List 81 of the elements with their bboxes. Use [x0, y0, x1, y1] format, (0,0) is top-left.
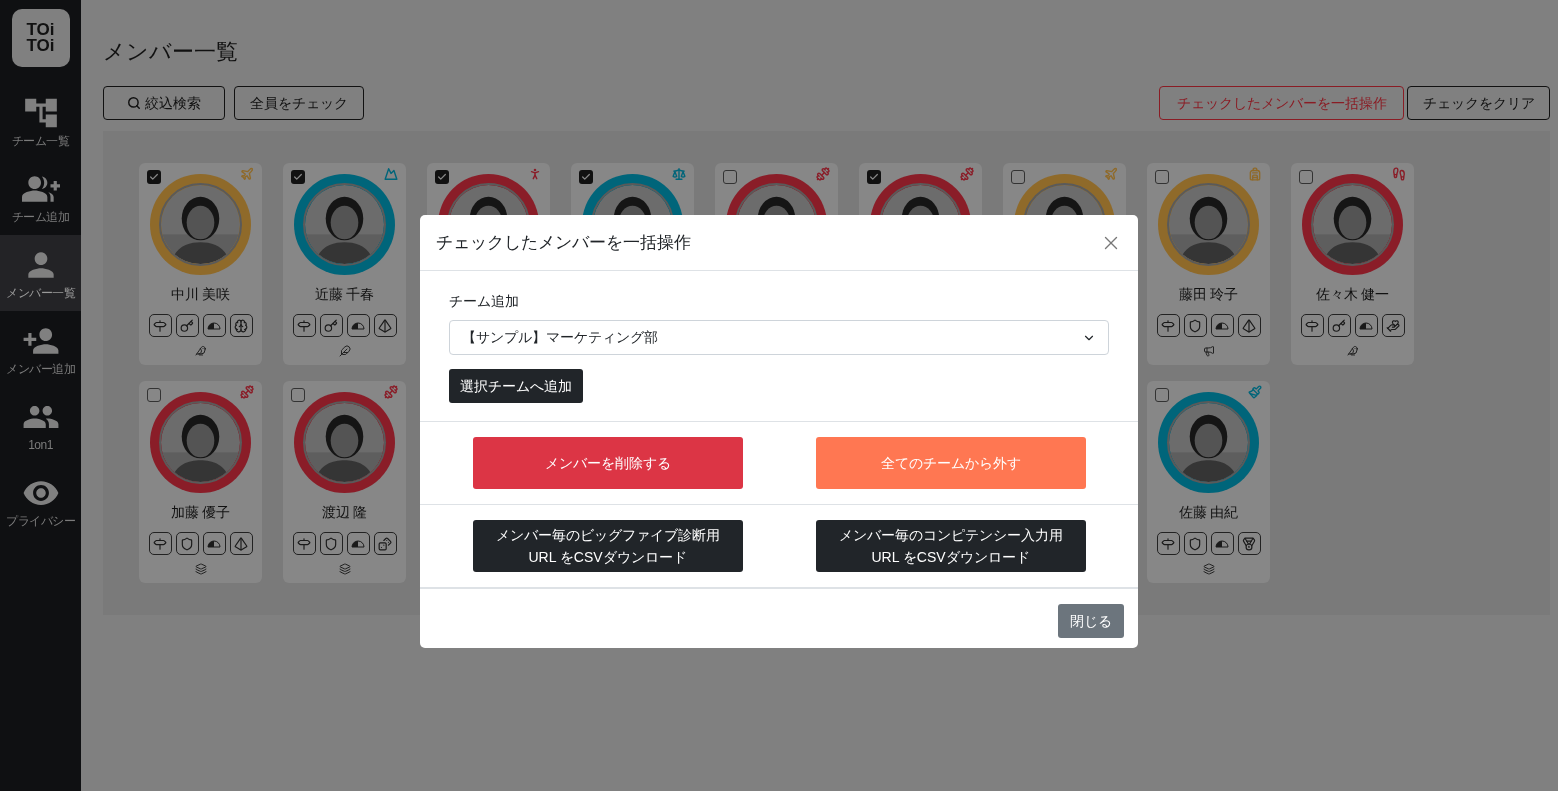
megaphone-icon: [1202, 345, 1215, 357]
pyramid-icon: [373, 314, 397, 337]
close-button[interactable]: 閉じる: [1058, 604, 1124, 638]
member-card[interactable]: 加藤 優子: [139, 381, 262, 583]
key-icon: [1327, 314, 1351, 337]
shield-icon: [319, 532, 343, 555]
checkmark-icon: [869, 172, 879, 182]
member-card[interactable]: 中川 美咲: [139, 163, 262, 365]
download-button[interactable]: メンバー毎のビッグファイブ診断用 URL をCSVダウンロード: [472, 520, 743, 572]
checkbox[interactable]: [1011, 170, 1025, 184]
member-name: 加藤 優子: [170, 503, 231, 522]
search-button[interactable]: 絞込検索: [103, 86, 225, 120]
search-icon: [127, 96, 141, 110]
checkbox[interactable]: [579, 170, 593, 184]
checkbox[interactable]: [1299, 170, 1313, 184]
sidebar-item[interactable]: メンバー一覧: [0, 235, 81, 311]
member-card[interactable]: 佐藤 由紀: [1147, 381, 1270, 583]
sidebar-item[interactable]: プライバシー: [0, 463, 81, 539]
sidebar-item[interactable]: 1on1: [0, 387, 81, 463]
shield-icon: [1183, 532, 1207, 555]
bird-icon: [1346, 345, 1359, 357]
signpost-icon: [1300, 314, 1324, 337]
delete-button[interactable]: メンバーを削除する: [472, 437, 743, 489]
feather-icon: [338, 345, 351, 357]
member-name: 近藤 千春: [314, 285, 375, 304]
member-name: 渡辺 隆: [321, 503, 368, 522]
checkbox[interactable]: [723, 170, 737, 184]
cards-icon: [194, 563, 207, 575]
member-card[interactable]: 近藤 千春: [283, 163, 406, 365]
app-logo[interactable]: TOi TOi: [11, 9, 70, 67]
sidebar-item[interactable]: チーム追加: [0, 159, 81, 235]
member-name: 佐藤 由紀: [1178, 503, 1239, 522]
checkbox[interactable]: [435, 170, 449, 184]
member-card[interactable]: 藤田 玲子: [1147, 163, 1270, 365]
checkmark-icon: [581, 172, 591, 182]
signpost-icon: [148, 532, 172, 555]
shield-icon: [175, 532, 199, 555]
clear-check-button[interactable]: チェックをクリア: [1407, 86, 1550, 120]
checkbox[interactable]: [1155, 388, 1169, 402]
remove-teams-button[interactable]: 全てのチームから外す: [815, 437, 1086, 489]
key-icon: [319, 314, 343, 337]
pyramid-icon: [1237, 314, 1261, 337]
modal-title: チェックしたメンバーを一括操作: [436, 231, 691, 254]
page-title: メンバー一覧: [103, 38, 239, 66]
signpost-icon: [1156, 532, 1180, 555]
brain-icon: [229, 314, 253, 337]
signpost-icon: [1156, 314, 1180, 337]
checkbox[interactable]: [147, 388, 161, 402]
checkbox[interactable]: [291, 170, 305, 184]
sidebar-item[interactable]: チーム一覧: [0, 83, 81, 159]
dice-icon: [373, 532, 397, 555]
sidebar-item[interactable]: メンバー追加: [0, 311, 81, 387]
check-all-button[interactable]: 全員をチェック: [234, 86, 364, 120]
signpost-icon: [148, 314, 172, 337]
pyramid-icon: [229, 532, 253, 555]
signpost-icon: [292, 314, 316, 337]
cards-icon: [338, 563, 351, 575]
team-select[interactable]: 【サンプル】マーケティング部: [449, 320, 1109, 355]
key-icon: [175, 314, 199, 337]
download-button[interactable]: メンバー毎のコンピテンシー入力用 URL をCSVダウンロード: [815, 520, 1086, 572]
checkmark-icon: [293, 172, 303, 182]
bird-icon: [194, 345, 207, 357]
member-name: 中川 美咲: [170, 285, 231, 304]
logo-text: TOi: [26, 38, 55, 54]
checkbox[interactable]: [147, 170, 161, 184]
checkbox[interactable]: [291, 388, 305, 402]
cards-icon: [1202, 563, 1215, 575]
member-name: 藤田 玲子: [1178, 285, 1239, 304]
field-label: チーム追加: [449, 292, 520, 311]
checkbox[interactable]: [867, 170, 881, 184]
add-team-button[interactable]: 選択チームへ追加: [449, 369, 583, 403]
checkmark-icon: [437, 172, 447, 182]
shield-icon: [1183, 314, 1207, 337]
checkmark-icon: [149, 172, 159, 182]
member-card[interactable]: 佐々木 健一: [1291, 163, 1414, 365]
signpost-icon: [292, 532, 316, 555]
medal-icon: [1237, 532, 1261, 555]
member-name: 佐々木 健一: [1315, 285, 1390, 304]
member-card[interactable]: 渡辺 隆: [283, 381, 406, 583]
checkbox[interactable]: [1155, 170, 1169, 184]
logo-text: TOi: [26, 22, 55, 38]
